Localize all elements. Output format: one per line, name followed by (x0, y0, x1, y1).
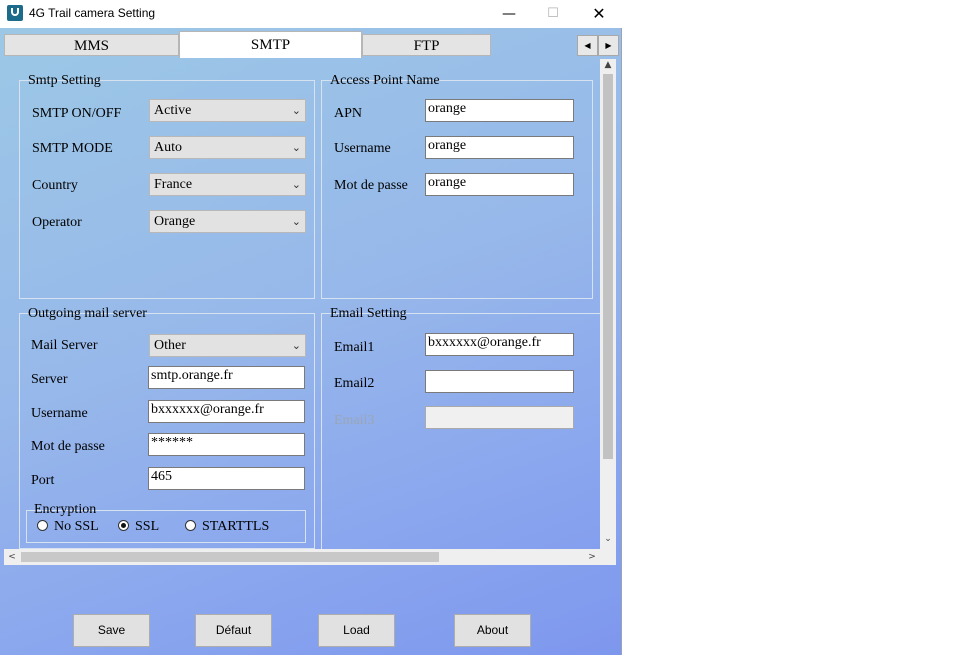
radio-no-ssl[interactable]: No SSL (37, 519, 99, 535)
email1-label: Email1 (334, 340, 375, 355)
chevron-down-icon: ⌄ (291, 339, 301, 352)
smtp-setting-group: Smtp Setting SMTP ON/OFF Active ⌄ SMTP M… (19, 73, 315, 299)
server-label: Server (31, 372, 68, 387)
email3-input (425, 406, 574, 429)
smtp-onoff-label: SMTP ON/OFF (32, 106, 122, 121)
default-button[interactable]: Défaut (195, 614, 272, 647)
radio-ssl-indicator (118, 520, 129, 531)
apn-input[interactable]: orange (425, 99, 574, 122)
maximize-button[interactable]: ☐ (530, 0, 576, 28)
tab-scroll-right-button[interactable]: ▶ (598, 35, 619, 56)
radio-ssl-label: SSL (135, 519, 160, 534)
close-button[interactable]: ✕ (576, 0, 622, 28)
smtp-mode-select[interactable]: Auto ⌄ (149, 136, 306, 159)
tab-bar: MMS SMTP FTP ◀ ▶ (4, 31, 619, 58)
email-setting-title: Email Setting (330, 306, 407, 321)
mail-server-select[interactable]: Other ⌄ (149, 334, 306, 357)
app-window: 4G Trail camera Setting — ☐ ✕ MMS SMTP F… (0, 0, 622, 655)
scroll-right-icon[interactable]: > (584, 549, 600, 565)
email3-label: Email3 (334, 413, 375, 428)
horizontal-scrollbar[interactable]: < > (4, 549, 600, 565)
password-label: Mot de passe (31, 439, 105, 454)
mail-server-label: Mail Server (31, 338, 98, 353)
country-select[interactable]: France ⌄ (149, 173, 306, 196)
country-value: France (154, 177, 193, 192)
email-setting-group: Email Setting Email1 bxxxxxx@orange.fr E… (321, 306, 600, 549)
scroll-down-icon[interactable]: ⌄ (600, 534, 616, 548)
operator-label: Operator (32, 215, 82, 230)
radio-starttls-label: STARTTLS (202, 519, 270, 534)
tab-mms[interactable]: MMS (4, 34, 179, 56)
email2-input[interactable] (425, 370, 574, 393)
client-area: MMS SMTP FTP ◀ ▶ Smtp Setting SMTP ON/OF… (0, 28, 621, 655)
radio-no-ssl-label: No SSL (54, 519, 99, 534)
scroll-corner (600, 549, 616, 565)
country-label: Country (32, 178, 78, 193)
outgoing-mail-title: Outgoing mail server (28, 306, 147, 321)
minimize-button[interactable]: — (486, 0, 532, 28)
title-bar: 4G Trail camera Setting — ☐ ✕ (0, 0, 622, 28)
port-label: Port (31, 473, 55, 488)
radio-starttls[interactable]: STARTTLS (185, 519, 269, 535)
about-button[interactable]: About (454, 614, 531, 647)
horizontal-scroll-thumb[interactable] (21, 552, 439, 562)
apn-username-input[interactable]: orange (425, 136, 574, 159)
port-input[interactable]: 465 (148, 467, 305, 490)
chevron-down-icon: ⌄ (291, 215, 301, 228)
apn-title: Access Point Name (330, 73, 440, 88)
password-input[interactable]: ****** (148, 433, 305, 456)
scroll-left-icon[interactable]: < (4, 549, 20, 565)
smtp-mode-value: Auto (154, 140, 182, 155)
vertical-scrollbar[interactable]: ▲ ⌄ (600, 59, 616, 549)
apn-label: APN (334, 106, 363, 121)
tab-smtp[interactable]: SMTP (179, 31, 362, 58)
operator-select[interactable]: Orange ⌄ (149, 210, 306, 233)
load-button[interactable]: Load (318, 614, 395, 647)
apn-username-label: Username (334, 141, 391, 156)
apn-password-input[interactable]: orange (425, 173, 574, 196)
vertical-scroll-thumb[interactable] (603, 74, 613, 459)
radio-no-ssl-indicator (37, 520, 48, 531)
app-icon (7, 5, 23, 21)
tab-scroll-left-button[interactable]: ◀ (577, 35, 598, 56)
chevron-down-icon: ⌄ (291, 141, 301, 154)
chevron-down-icon: ⌄ (291, 178, 301, 191)
smtp-onoff-value: Active (154, 103, 192, 118)
apn-password-label: Mot de passe (334, 178, 408, 193)
smtp-mode-label: SMTP MODE (32, 141, 113, 156)
scroll-up-icon[interactable]: ▲ (600, 60, 616, 74)
window-title: 4G Trail camera Setting (29, 6, 156, 20)
tab-content: Smtp Setting SMTP ON/OFF Active ⌄ SMTP M… (4, 59, 616, 573)
save-button[interactable]: Save (73, 614, 150, 647)
smtp-onoff-select[interactable]: Active ⌄ (149, 99, 306, 122)
encryption-title: Encryption (34, 502, 97, 517)
email2-label: Email2 (334, 376, 375, 391)
tab-ftp[interactable]: FTP (362, 34, 491, 56)
email1-input[interactable]: bxxxxxx@orange.fr (425, 333, 574, 356)
radio-ssl[interactable]: SSL (118, 519, 159, 535)
encryption-group: Encryption No SSL SSL STARTTLS (26, 502, 306, 543)
username-input[interactable]: bxxxxxx@orange.fr (148, 400, 305, 423)
chevron-down-icon: ⌄ (291, 104, 301, 117)
server-input[interactable]: smtp.orange.fr (148, 366, 305, 389)
username-label: Username (31, 406, 88, 421)
operator-value: Orange (154, 214, 196, 229)
outgoing-mail-group: Outgoing mail server Mail Server Other ⌄… (19, 306, 315, 549)
smtp-setting-title: Smtp Setting (28, 73, 101, 88)
radio-starttls-indicator (185, 520, 196, 531)
apn-group: Access Point Name APN orange Username or… (321, 73, 593, 299)
mail-server-value: Other (154, 338, 186, 353)
